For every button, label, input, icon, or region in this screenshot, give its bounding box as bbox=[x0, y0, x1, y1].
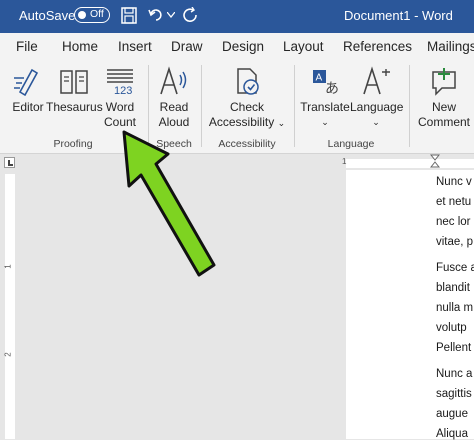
tab-design[interactable]: Design bbox=[222, 39, 264, 54]
translate-icon: A あ bbox=[313, 70, 339, 96]
word-count-icon-number: 123 bbox=[114, 85, 132, 96]
accessibility-group-label: Accessibility bbox=[218, 138, 276, 150]
thesaurus-label: Thesaurus bbox=[46, 100, 103, 114]
document-text-line: nec lor bbox=[436, 216, 471, 228]
group-divider bbox=[409, 65, 410, 147]
new-comment-label-line1: New bbox=[431, 100, 456, 114]
check-label-line1: Check bbox=[229, 100, 264, 114]
save-icon[interactable] bbox=[121, 7, 137, 24]
check-accessibility-button[interactable]: Check Accessibility ⌄ bbox=[206, 66, 288, 131]
accessibility-icon bbox=[237, 68, 259, 95]
autosave-toggle[interactable]: Off bbox=[74, 7, 110, 23]
undo-icon[interactable] bbox=[148, 7, 164, 23]
tab-file[interactable]: File bbox=[16, 39, 38, 54]
check-label-line2: Accessibility bbox=[208, 115, 275, 129]
language-icon bbox=[363, 66, 390, 95]
tab-home[interactable]: Home bbox=[62, 39, 98, 54]
speech-group-label: Speech bbox=[156, 138, 192, 150]
ribbon: Editor Thesaurus 123 Word Count Proofing… bbox=[0, 59, 474, 154]
book-icon bbox=[60, 70, 88, 94]
document-text-line: volutp bbox=[436, 322, 467, 334]
svg-text:A: A bbox=[316, 73, 323, 84]
toggle-knob bbox=[78, 10, 86, 19]
autosave-label: AutoSave bbox=[19, 8, 76, 23]
new-comment-label-line2: Comment bbox=[417, 115, 470, 129]
word-count-label-line1: Word bbox=[105, 100, 135, 114]
thesaurus-button[interactable]: Thesaurus bbox=[46, 66, 103, 115]
read-aloud-icon bbox=[160, 66, 187, 95]
translate-label: Translate bbox=[300, 100, 350, 114]
proofing-group-label: Proofing bbox=[53, 138, 93, 150]
language-button[interactable]: Language ⌄ bbox=[350, 66, 404, 130]
group-divider bbox=[294, 65, 295, 147]
svg-text:あ: あ bbox=[325, 81, 339, 96]
ribbon-tabs: File Home Insert Draw Design Layout Refe… bbox=[0, 33, 474, 59]
read-aloud-label-line1: Read bbox=[159, 100, 189, 114]
horizontal-ruler[interactable]: 1 bbox=[342, 154, 474, 168]
editor-icon bbox=[14, 68, 39, 96]
document-text-line: Pellent bbox=[436, 342, 472, 354]
ruler-mark: 2 bbox=[3, 352, 13, 357]
language-group-label: Language bbox=[327, 138, 375, 150]
chevron-down-icon: ⌄ bbox=[321, 117, 329, 127]
document-text-line: augue bbox=[436, 408, 468, 420]
redo-icon[interactable] bbox=[183, 7, 199, 23]
chevron-down-icon: ⌄ bbox=[372, 117, 380, 127]
tab-selector[interactable] bbox=[4, 157, 15, 168]
tab-mailings[interactable]: Mailings bbox=[427, 39, 474, 54]
language-label: Language bbox=[350, 100, 404, 114]
new-comment-button[interactable]: New Comment bbox=[414, 66, 474, 130]
word-count-label-line2: Count bbox=[103, 115, 137, 129]
document-text-line: Nunc a bbox=[436, 368, 473, 380]
translate-button[interactable]: A あ Translate ⌄ bbox=[299, 66, 351, 130]
editor-button[interactable]: Editor bbox=[8, 66, 48, 115]
vertical-ruler[interactable]: 1 2 bbox=[0, 170, 20, 439]
word-count-icon: 123 bbox=[107, 69, 133, 96]
check-label-line2-wrap: Accessibility ⌄ bbox=[206, 115, 288, 131]
ruler-mark: 1 bbox=[342, 157, 347, 166]
tab-layout[interactable]: Layout bbox=[283, 39, 324, 54]
document-text-line: nulla m bbox=[436, 302, 474, 314]
group-divider bbox=[201, 65, 202, 147]
document-text-line: blandit bbox=[436, 282, 470, 294]
document-text-line: Fusce a bbox=[436, 262, 474, 274]
document-text-line: et netu bbox=[436, 196, 472, 208]
document-text-line: Aliqua bbox=[436, 428, 468, 440]
vertical-ruler-track bbox=[5, 174, 15, 439]
indent-marker-icon[interactable] bbox=[430, 154, 440, 168]
document-title: Document1 - Word bbox=[344, 8, 453, 23]
chevron-down-icon[interactable] bbox=[167, 12, 175, 18]
tab-draw[interactable]: Draw bbox=[171, 39, 203, 54]
read-aloud-button[interactable]: Read Aloud bbox=[153, 66, 195, 130]
read-aloud-label-line2: Aloud bbox=[158, 115, 190, 129]
document-text-line: Nunc v bbox=[436, 176, 472, 188]
title-bar: AutoSave Off Document1 - Word bbox=[0, 0, 474, 33]
tab-references[interactable]: References bbox=[343, 39, 412, 54]
autosave-state: Off bbox=[90, 8, 104, 20]
word-count-button[interactable]: 123 Word Count bbox=[101, 66, 139, 130]
tab-insert[interactable]: Insert bbox=[118, 39, 152, 54]
chevron-down-icon: ⌄ bbox=[277, 118, 286, 128]
new-comment-icon bbox=[432, 68, 456, 96]
group-divider bbox=[148, 65, 149, 147]
document-text-line: sagittis bbox=[436, 388, 472, 400]
editor-label: Editor bbox=[12, 100, 44, 114]
ruler-mark: 1 bbox=[3, 264, 13, 269]
document-text-line: vitae, p bbox=[436, 236, 474, 248]
